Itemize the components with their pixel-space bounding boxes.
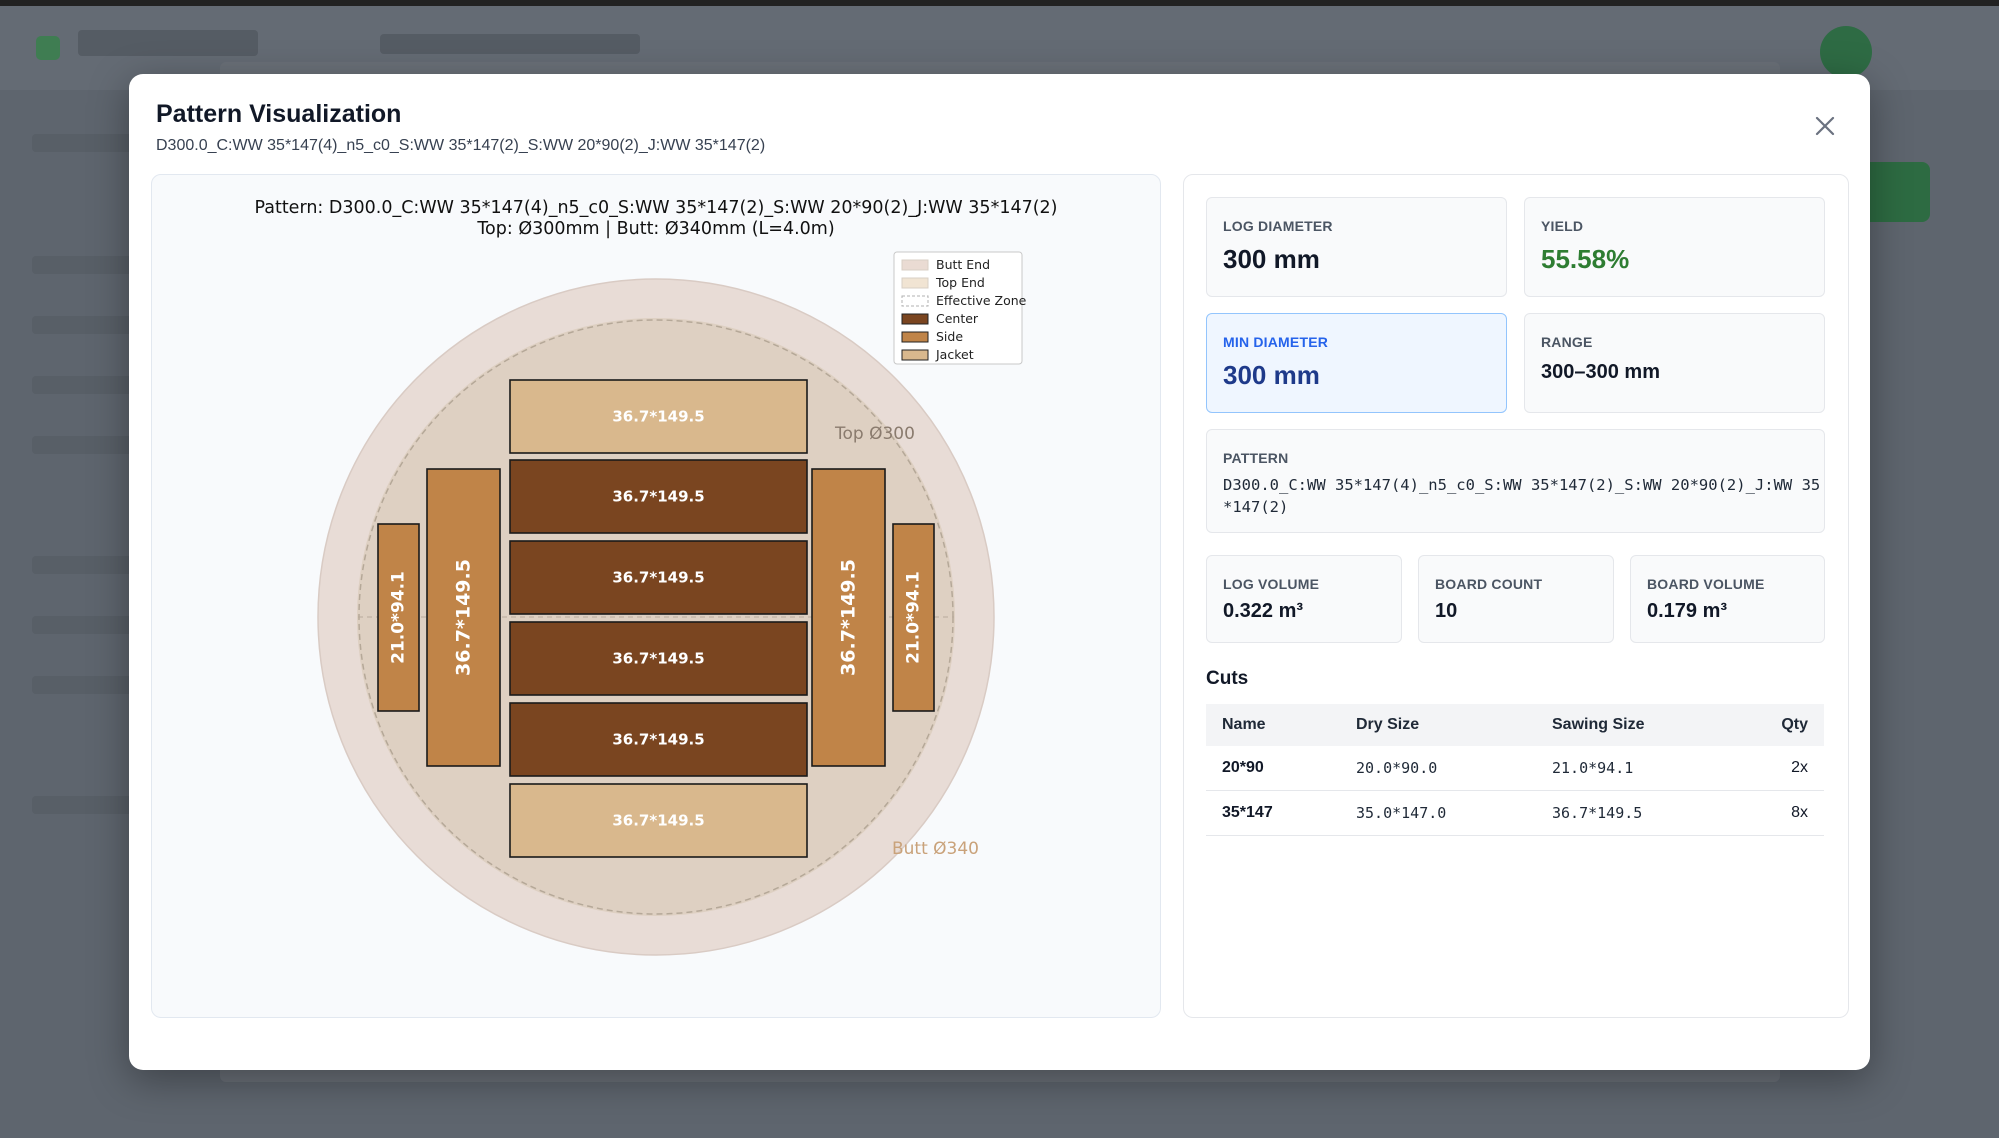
legend-swatch xyxy=(901,259,929,271)
modal-subtitle: D300.0_C:WW 35*147(4)_n5_c0_S:WW 35*147(… xyxy=(156,137,766,154)
avatar xyxy=(1820,26,1872,78)
cut-name: 20*90 xyxy=(1206,746,1340,791)
board-label: 21.0*94.1 xyxy=(904,571,924,664)
board-label: 36.7*149.5 xyxy=(612,812,704,830)
table-row: 20*90 20.0*90.0 21.0*94.1 2x xyxy=(1206,746,1824,791)
column-header-dry-size: Dry Size xyxy=(1356,716,1420,733)
legend-label: Jacket xyxy=(935,347,974,362)
diagram-subtitle: Top: Ø300mm | Butt: Ø340mm (L=4.0m) xyxy=(476,219,834,239)
top-diameter-label: Top Ø300 xyxy=(834,424,915,444)
background-sidebar-item xyxy=(32,436,142,454)
cuts-table: Name Dry Size Sawing Size Qty 20*90 20.0… xyxy=(1206,704,1824,836)
yield-label: YIELD xyxy=(1541,218,1584,234)
column-header-name: Name xyxy=(1222,716,1266,733)
background-sidebar-item xyxy=(32,376,142,394)
background-app-title xyxy=(380,34,640,54)
cut-sawing-size: 21.0*94.1 xyxy=(1536,746,1732,791)
board-label: 36.7*149.5 xyxy=(838,559,860,676)
pattern-card: PATTERN D300.0_C:WW 35*147(4)_n5_c0_S:WW… xyxy=(1206,429,1825,533)
background-sidebar-item xyxy=(32,796,142,814)
pattern-value: D300.0_C:WW 35*147(4)_n5_c0_S:WW 35*147(… xyxy=(1223,476,1821,516)
background-brand xyxy=(78,30,258,56)
board-label: 36.7*149.5 xyxy=(453,559,475,676)
background-sidebar-item xyxy=(32,316,142,334)
min-diameter-value: 300 mm xyxy=(1223,360,1320,390)
app-logo-icon xyxy=(36,36,60,60)
table-row: 35*147 35.0*147.0 36.7*149.5 8x xyxy=(1206,790,1824,836)
pattern-diagram-panel: Pattern: D300.0_C:WW 35*147(4)_n5_c0_S:W… xyxy=(151,174,1161,1018)
cut-dry-size: 20.0*90.0 xyxy=(1340,746,1536,791)
column-header-qty: Qty xyxy=(1781,716,1808,733)
log-diameter-value: 300 mm xyxy=(1223,244,1320,274)
board-label: 36.7*149.5 xyxy=(612,731,704,749)
pattern-visualization-modal: Pattern Visualization D300.0_C:WW 35*147… xyxy=(129,74,1870,1070)
board-count-value: 10 xyxy=(1435,600,1458,622)
board-volume-label: BOARD VOLUME xyxy=(1647,576,1765,592)
legend-swatch xyxy=(901,277,929,289)
log-volume-card: LOG VOLUME 0.322 m³ xyxy=(1206,555,1402,643)
legend-swatch xyxy=(901,295,929,307)
log-diameter-label: LOG DIAMETER xyxy=(1223,218,1333,234)
board-volume-value: 0.179 m³ xyxy=(1647,600,1728,622)
board-label: 36.7*149.5 xyxy=(612,408,704,426)
legend-label: Center xyxy=(936,311,979,326)
butt-diameter-label: Butt Ø340 xyxy=(892,839,979,859)
yield-card: YIELD 55.58% xyxy=(1524,197,1825,297)
cut-dry-size: 35.0*147.0 xyxy=(1340,790,1536,836)
board-volume-card: BOARD VOLUME 0.179 m³ xyxy=(1630,555,1825,643)
diagram-legend: Butt End Top End Effective Zone Center Side J… xyxy=(893,251,1027,365)
board-count-card: BOARD COUNT 10 xyxy=(1418,555,1614,643)
board-label: 36.7*149.5 xyxy=(612,650,704,668)
board-label: 36.7*149.5 xyxy=(612,488,704,506)
close-icon xyxy=(1815,116,1835,136)
cut-qty: 2x xyxy=(1731,746,1824,791)
range-label: RANGE xyxy=(1541,334,1593,350)
log-diameter-card: LOG DIAMETER 300 mm xyxy=(1206,197,1507,297)
cut-sawing-size: 36.7*149.5 xyxy=(1536,790,1732,836)
legend-swatch xyxy=(901,349,929,361)
log-volume-value: 0.322 m³ xyxy=(1223,600,1304,622)
legend-label: Effective Zone xyxy=(936,293,1027,308)
board-count-label: BOARD COUNT xyxy=(1435,576,1543,592)
table-header-row: Name Dry Size Sawing Size Qty xyxy=(1206,704,1824,746)
legend-label: Butt End xyxy=(936,257,990,272)
legend-label: Side xyxy=(936,329,963,344)
background-sidebar-item xyxy=(32,256,142,274)
min-diameter-card: MIN DIAMETER 300 mm xyxy=(1206,313,1507,413)
legend-swatch xyxy=(901,331,929,343)
cuts-title: Cuts xyxy=(1206,668,1249,689)
range-value: 300–300 mm xyxy=(1541,361,1660,383)
log-volume-label: LOG VOLUME xyxy=(1223,576,1320,592)
background-sidebar-item xyxy=(32,616,142,634)
yield-value: 55.58% xyxy=(1541,244,1630,274)
diagram-title: Pattern: D300.0_C:WW 35*147(4)_n5_c0_S:W… xyxy=(254,198,1057,218)
pattern-label: PATTERN xyxy=(1223,450,1289,466)
cut-name: 35*147 xyxy=(1206,790,1340,836)
close-button[interactable] xyxy=(1805,106,1845,146)
pattern-diagram: Pattern: D300.0_C:WW 35*147(4)_n5_c0_S:W… xyxy=(254,198,1058,956)
board-label: 21.0*94.1 xyxy=(389,571,409,664)
cut-qty: 8x xyxy=(1731,790,1824,836)
column-header-sawing-size: Sawing Size xyxy=(1552,716,1645,733)
background-sidebar-item xyxy=(32,556,142,574)
background-sidebar-item xyxy=(32,676,142,694)
modal-title: Pattern Visualization xyxy=(156,100,402,128)
legend-swatch xyxy=(901,313,929,325)
legend-label: Top End xyxy=(935,275,985,290)
pattern-info-panel: LOG DIAMETER 300 mm YIELD 55.58% MIN DIA… xyxy=(1183,174,1849,1018)
range-card: RANGE 300–300 mm xyxy=(1524,313,1825,413)
background-sidebar-item xyxy=(32,134,142,152)
min-diameter-label: MIN DIAMETER xyxy=(1223,334,1329,350)
board-label: 36.7*149.5 xyxy=(612,569,704,587)
